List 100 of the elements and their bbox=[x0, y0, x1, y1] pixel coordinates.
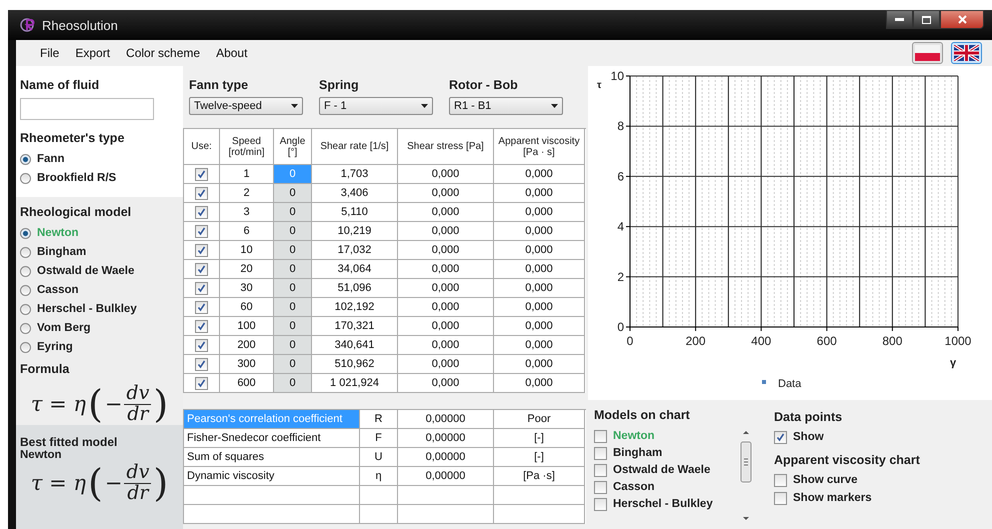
table-cell[interactable]: 0 bbox=[274, 184, 312, 203]
checkbox[interactable] bbox=[594, 480, 607, 494]
checkbox[interactable] bbox=[594, 446, 607, 460]
fluid-name-field[interactable] bbox=[20, 98, 154, 120]
radio-label[interactable]: Vom Berg bbox=[37, 322, 90, 334]
legend-label: Data bbox=[778, 378, 802, 390]
table-cell: 0,000 bbox=[398, 317, 494, 336]
table-cell[interactable]: 0 bbox=[274, 336, 312, 355]
field-label: Rotor - Bob bbox=[449, 78, 519, 92]
checkbox-label[interactable]: Show markers bbox=[793, 492, 872, 504]
checkbox[interactable] bbox=[195, 282, 208, 294]
checkbox-label[interactable]: Show curve bbox=[793, 474, 858, 486]
checkbox[interactable] bbox=[195, 262, 208, 276]
radio-button[interactable] bbox=[20, 246, 31, 258]
radio-button[interactable] bbox=[20, 284, 31, 296]
table-cell: 5,110 bbox=[312, 203, 398, 222]
language-button[interactable] bbox=[951, 42, 982, 64]
checkbox[interactable] bbox=[774, 492, 787, 504]
radio-label[interactable]: Bingham bbox=[37, 246, 86, 258]
table-cell: 200 bbox=[220, 336, 274, 355]
table-cell: 34,064 bbox=[312, 260, 398, 279]
checkbox-label[interactable]: Bingham bbox=[613, 447, 662, 459]
radio-button[interactable] bbox=[20, 322, 31, 334]
radio-button[interactable] bbox=[20, 172, 31, 184]
radio-button[interactable] bbox=[20, 342, 31, 352]
checkbox[interactable] bbox=[774, 474, 787, 486]
checkbox[interactable] bbox=[195, 338, 208, 352]
table-cell: 20 bbox=[220, 260, 274, 279]
table-cell: 0,000 bbox=[494, 317, 585, 336]
checkbox[interactable] bbox=[594, 464, 607, 476]
table-cell: 17,032 bbox=[312, 241, 398, 260]
radio-label[interactable]: Fann bbox=[37, 153, 64, 165]
table-cell: 6 bbox=[220, 222, 274, 241]
checkbox[interactable] bbox=[774, 430, 787, 444]
radio-button[interactable] bbox=[20, 304, 31, 314]
menu-item[interactable]: Export bbox=[67, 46, 118, 60]
maximize-button[interactable] bbox=[913, 10, 940, 29]
checkbox[interactable] bbox=[195, 320, 208, 332]
table-cell[interactable]: 0 bbox=[274, 260, 312, 279]
checkbox[interactable] bbox=[195, 300, 208, 314]
dropdown[interactable]: Twelve-speed bbox=[189, 97, 303, 115]
table-cell[interactable]: 0 bbox=[274, 298, 312, 317]
radio-button[interactable] bbox=[20, 228, 31, 238]
checkbox-label[interactable]: Show bbox=[793, 431, 824, 443]
table-cell: 0,000 bbox=[398, 336, 494, 355]
close-button[interactable] bbox=[940, 10, 984, 29]
dropdown-arrow-icon bbox=[551, 104, 558, 108]
x-axis-label: γ bbox=[950, 357, 956, 369]
y-axis-label: τ bbox=[597, 80, 602, 91]
table-cell[interactable]: Fisher-Snedecor coefficient bbox=[184, 429, 360, 448]
table-cell[interactable]: 0 bbox=[274, 241, 312, 260]
flag-icon bbox=[954, 45, 979, 61]
table-cell: 0,000 bbox=[398, 374, 494, 393]
checkbox[interactable] bbox=[195, 376, 208, 390]
radio-button[interactable] bbox=[20, 154, 31, 164]
dropdown-arrow-icon bbox=[421, 104, 428, 108]
dropdown[interactable]: F - 1 bbox=[319, 97, 433, 115]
checkbox[interactable] bbox=[195, 168, 208, 180]
table-cell: 10,219 bbox=[312, 222, 398, 241]
menu-item[interactable]: File bbox=[32, 46, 68, 60]
radio-label[interactable]: Herschel - Bulkley bbox=[37, 303, 137, 315]
checkbox[interactable] bbox=[195, 206, 208, 218]
table-cell: 0,000 bbox=[494, 184, 585, 203]
table-cell[interactable]: Sum of squares bbox=[184, 448, 360, 467]
table-cell[interactable]: 0 bbox=[274, 317, 312, 336]
checkbox-label[interactable]: Ostwald de Waele bbox=[613, 464, 710, 476]
checkbox[interactable] bbox=[195, 358, 208, 370]
table-cell: 3,406 bbox=[312, 184, 398, 203]
checkbox[interactable] bbox=[195, 186, 208, 200]
table-cell: 0,000 bbox=[494, 355, 585, 374]
radio-label[interactable]: Casson bbox=[37, 284, 79, 296]
table-cell[interactable]: 0 bbox=[274, 203, 312, 222]
menu-item[interactable]: Color scheme bbox=[118, 46, 208, 60]
table-cell: 0,000 bbox=[494, 279, 585, 298]
table-cell[interactable]: 0 bbox=[274, 355, 312, 374]
checkbox-label[interactable]: Herschel - Bulkley bbox=[613, 498, 713, 510]
checkbox[interactable] bbox=[594, 430, 607, 442]
minimize-button[interactable] bbox=[886, 10, 913, 29]
table-cell: [-] bbox=[494, 448, 585, 467]
checkbox-label[interactable]: Casson bbox=[613, 481, 655, 493]
radio-label[interactable]: Brookfield R/S bbox=[37, 172, 116, 184]
checkbox[interactable] bbox=[195, 224, 208, 238]
table-cell[interactable]: Dynamic viscosity bbox=[184, 467, 360, 486]
checkbox[interactable] bbox=[594, 498, 607, 510]
dropdown[interactable]: R1 - B1 bbox=[449, 97, 563, 115]
section-title: Best fitted model bbox=[20, 435, 118, 449]
radio-button[interactable] bbox=[20, 266, 31, 276]
language-button[interactable] bbox=[912, 42, 943, 64]
x-tick-label: 600 bbox=[816, 334, 837, 348]
table-cell: 1,703 bbox=[312, 165, 398, 184]
table-cell: η bbox=[360, 467, 398, 486]
radio-label[interactable]: Eyring bbox=[37, 341, 73, 353]
minimize-icon bbox=[895, 18, 904, 21]
section-title: Formula bbox=[20, 362, 70, 376]
radio-label[interactable]: Ostwald de Waele bbox=[37, 265, 134, 277]
table-cell[interactable]: 0 bbox=[274, 222, 312, 241]
table-cell[interactable]: 0 bbox=[274, 279, 312, 298]
table-cell[interactable]: 0 bbox=[274, 374, 312, 393]
menu-item[interactable]: About bbox=[208, 46, 256, 60]
checkbox[interactable] bbox=[195, 244, 208, 256]
